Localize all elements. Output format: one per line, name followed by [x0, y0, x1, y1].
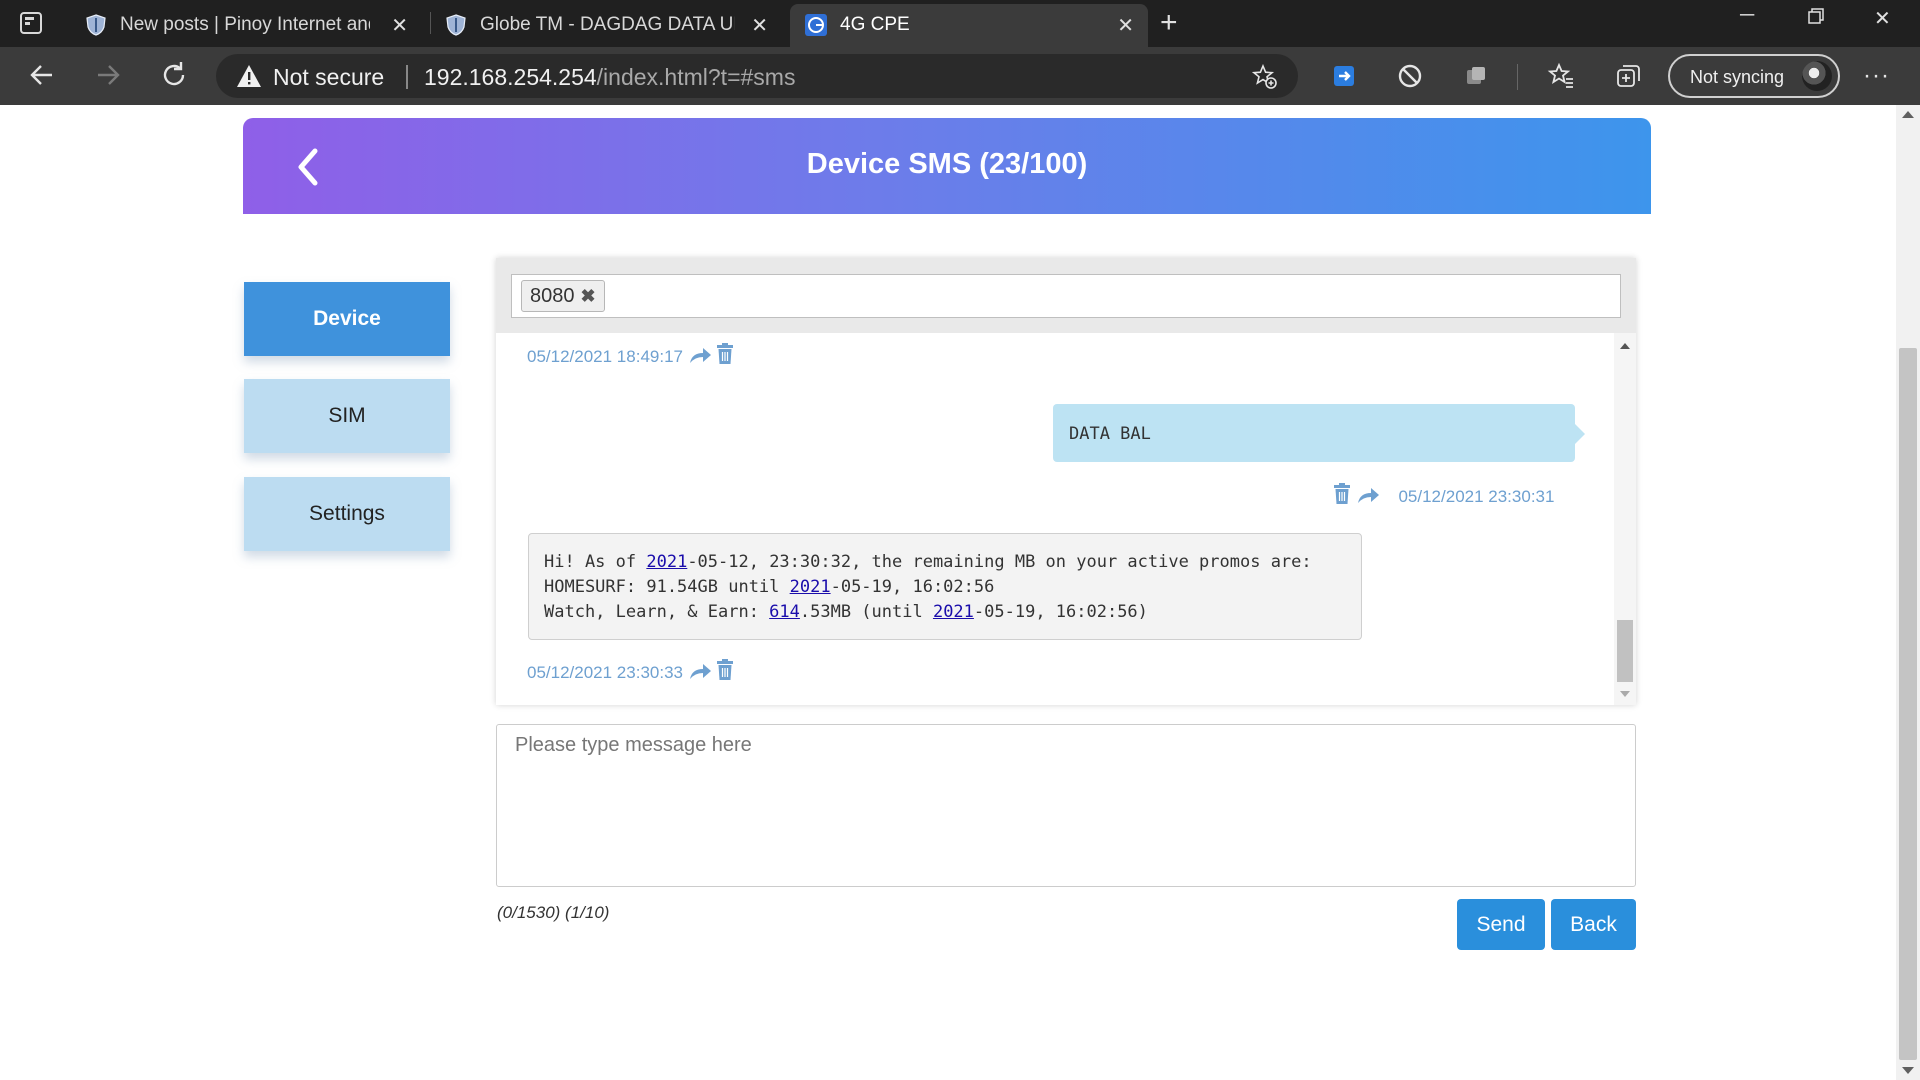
scrollbar-thumb[interactable] — [1899, 348, 1917, 1060]
message-text: .53MB (until — [799, 602, 933, 622]
sidebar-item-sim[interactable]: SIM — [244, 379, 450, 453]
url-path: /index.html?t=#sms — [596, 64, 796, 90]
forward-icon[interactable] — [688, 663, 712, 682]
message-link[interactable]: 2021 — [933, 602, 974, 622]
page-title: Device SMS (23/100) — [806, 148, 1088, 180]
message-list-scrollbar[interactable] — [1614, 333, 1636, 705]
url-host: 192.168.254.254 — [424, 64, 597, 90]
scrollbar-thumb[interactable] — [1617, 620, 1633, 682]
message-text-line: Watch, Learn, & Earn: 614.53MB (until 20… — [544, 602, 1148, 622]
shield-favicon-icon — [84, 13, 108, 37]
block-icon[interactable] — [1396, 62, 1424, 90]
add-favorite-icon[interactable] — [1251, 63, 1278, 95]
restore-icon[interactable] — [1806, 6, 1826, 32]
tab-title: New posts | Pinoy Internet and Te — [120, 14, 370, 35]
forward-icon[interactable] — [688, 347, 712, 366]
reload-icon[interactable] — [158, 59, 192, 93]
warning-icon[interactable] — [236, 64, 262, 93]
message-text: -05-19, 16:02:56 — [830, 577, 995, 597]
profile-label: Not syncing — [1690, 67, 1785, 87]
collections-icon[interactable] — [1614, 62, 1642, 90]
globe-favicon-icon — [804, 13, 828, 37]
page-viewport: Device SMS (23/100) Device SIM Settings … — [0, 105, 1896, 1080]
forward-icon[interactable] — [1356, 487, 1380, 506]
message-text-line: HOMESURF: 91.54GB until 2021-05-19, 16:0… — [544, 577, 994, 597]
extension-icon[interactable] — [1462, 62, 1490, 90]
tab-4g-cpe[interactable]: 4G CPE ✕ — [790, 4, 1148, 47]
message-text-line: Hi! As of 2021-05-12, 23:30:32, the rema… — [544, 552, 1312, 572]
message-timestamp: 05/12/2021 23:30:31 — [1398, 487, 1555, 506]
browser-toolbar: Not secure 192.168.254.254/index.html?t=… — [0, 47, 1920, 105]
message-meta: 05/12/2021 23:30:31 — [1333, 483, 1554, 507]
tab-title: Globe TM - DAGDAG DATA ULET — [480, 14, 735, 35]
message-timestamp: 05/12/2021 23:30:33 — [527, 663, 683, 682]
more-menu-icon[interactable]: ··· — [1863, 62, 1890, 90]
message-text: -05-19, 16:02:56) — [973, 602, 1148, 622]
message-meta: 05/12/2021 18:49:17 — [527, 343, 734, 367]
sms-thread-panel: 8080 ✖ 05/12/2021 18:49:17 DATA BAL 05/12… — [496, 258, 1636, 705]
page-header: Device SMS (23/100) — [243, 118, 1651, 214]
message-text: Hi! As of — [544, 552, 647, 572]
tab-pinoy-internet[interactable]: New posts | Pinoy Internet and Te ✕ — [70, 4, 422, 47]
message-text: Watch, Learn, & Earn: — [544, 602, 770, 622]
scroll-down-icon[interactable] — [1902, 1067, 1914, 1074]
tab-close-icon[interactable]: ✕ — [1117, 13, 1134, 38]
trash-icon[interactable] — [716, 343, 734, 366]
trash-icon[interactable] — [1333, 483, 1351, 506]
scroll-up-icon[interactable] — [1902, 111, 1914, 118]
address-bar[interactable]: Not secure 192.168.254.254/index.html?t=… — [216, 54, 1298, 98]
message-meta: 05/12/2021 23:30:33 — [527, 659, 734, 683]
message-link[interactable]: 614 — [769, 602, 800, 622]
omnibox-separator — [406, 65, 408, 89]
message-link[interactable]: 2021 — [646, 552, 687, 572]
tab-title: 4G CPE — [840, 14, 910, 35]
message-link[interactable]: 2021 — [790, 577, 831, 597]
sidebar-item-device[interactable]: Device — [244, 282, 450, 356]
message-text: -05-12, 23:30:32, the remaining MB on yo… — [687, 552, 1312, 572]
remove-recipient-icon[interactable]: ✖ — [581, 286, 596, 306]
shield-favicon-icon — [444, 13, 468, 37]
incoming-message-bubble[interactable]: Hi! As of 2021-05-12, 23:30:32, the rema… — [528, 533, 1362, 640]
new-tab-icon[interactable]: + — [1160, 6, 1178, 40]
recipient-input[interactable]: 8080 ✖ — [511, 274, 1621, 318]
url-text[interactable]: 192.168.254.254/index.html?t=#sms — [424, 64, 795, 91]
tab-close-icon[interactable]: ✕ — [751, 13, 768, 38]
scroll-up-icon[interactable] — [1620, 343, 1630, 349]
back-arrow-icon[interactable] — [26, 59, 60, 93]
tab-globe-tm[interactable]: Globe TM - DAGDAG DATA ULET ✕ — [430, 4, 782, 47]
message-timestamp: 05/12/2021 18:49:17 — [527, 347, 683, 366]
message-list: 05/12/2021 18:49:17 DATA BAL 05/12/2021 … — [496, 333, 1614, 705]
favorites-icon[interactable] — [1547, 62, 1575, 90]
outgoing-message-bubble[interactable]: DATA BAL — [1053, 404, 1585, 462]
send-button[interactable]: Send — [1457, 899, 1545, 950]
avatar — [1802, 61, 1832, 91]
message-input[interactable] — [496, 724, 1636, 887]
message-text: DATA BAL — [1069, 424, 1151, 444]
forward-arrow-icon[interactable] — [92, 59, 126, 93]
sidebar-item-settings[interactable]: Settings — [244, 477, 450, 551]
minimize-icon[interactable]: ─ — [1740, 4, 1754, 27]
scroll-down-icon[interactable] — [1620, 691, 1630, 697]
message-text: HOMESURF: 91.54GB until — [544, 577, 790, 597]
back-button[interactable]: Back — [1551, 899, 1636, 950]
extension-translate-icon[interactable] — [1330, 62, 1358, 90]
window-close-icon[interactable]: ✕ — [1874, 6, 1891, 31]
tab-actions-icon[interactable] — [18, 10, 52, 38]
browser-tab-bar: New posts | Pinoy Internet and Te ✕ Glob… — [0, 0, 1920, 47]
profile-button[interactable]: Not syncing — [1668, 54, 1840, 98]
tab-close-icon[interactable]: ✕ — [391, 13, 408, 38]
page-scrollbar[interactable] — [1896, 105, 1920, 1080]
security-label[interactable]: Not secure — [273, 64, 384, 91]
recipient-chip[interactable]: 8080 ✖ — [521, 280, 605, 312]
recipient-number: 8080 — [530, 285, 575, 307]
recipient-bar: 8080 ✖ — [496, 258, 1636, 333]
trash-icon[interactable] — [716, 659, 734, 682]
toolbar-separator — [1517, 64, 1518, 90]
character-counter: (0/1530) (1/10) — [497, 903, 610, 922]
